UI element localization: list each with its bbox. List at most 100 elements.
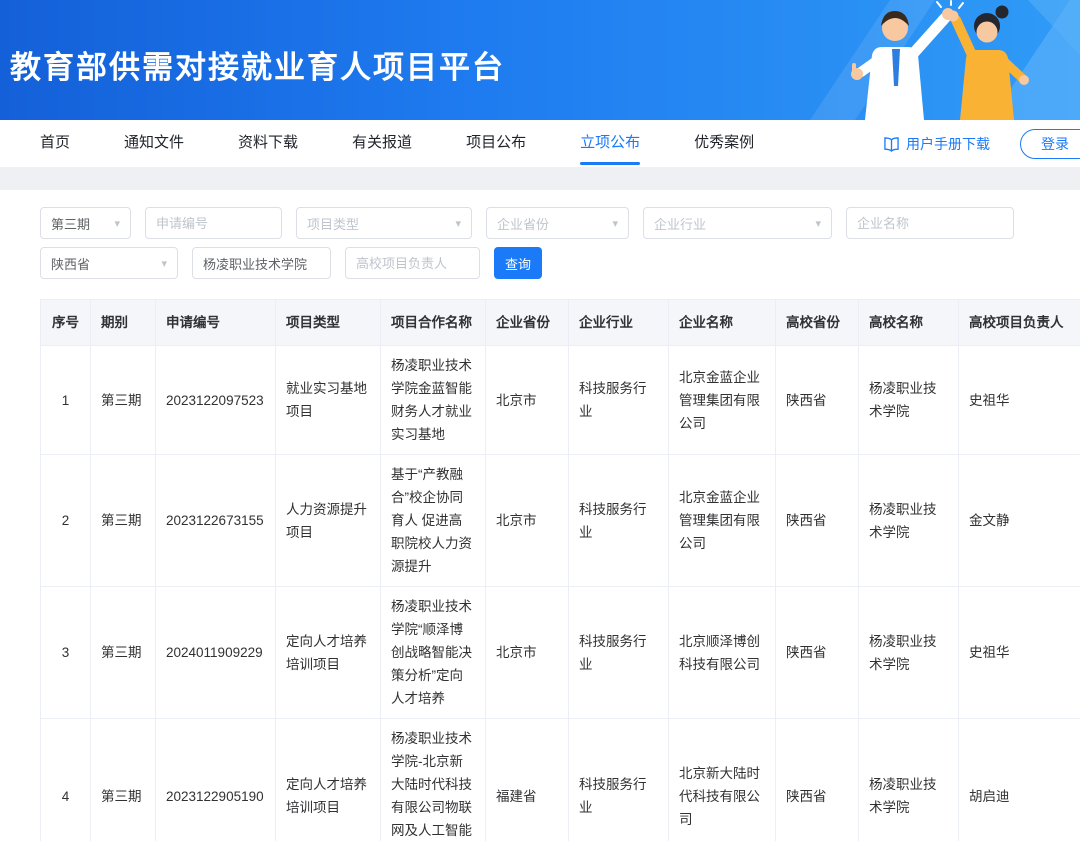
table-cell: 史祖华	[959, 587, 1080, 719]
school-province-select[interactable]: 陕西省 ▾	[40, 247, 178, 279]
table-cell: 基于“产教融合”校企协同育人 促进高职院校人力资源提升	[381, 455, 486, 587]
table-cell: 2023122097523	[156, 346, 276, 455]
filter-row-1: 第三期 ▾ 项目类型 ▾ 企业省份 ▾ 企业行业 ▾	[40, 207, 1080, 239]
table-cell: 北京市	[486, 346, 569, 455]
table-cell: 人力资源提升项目	[276, 455, 381, 587]
column-header: 期别	[91, 300, 156, 346]
company-province-placeholder: 企业省份	[497, 214, 549, 233]
table-cell: 杨凌职业技术学院-北京新大陆时代科技有限公司物联网及人工智能方向人才培养	[381, 719, 486, 841]
table-cell: 北京顺泽博创科技有限公司	[669, 587, 776, 719]
table-cell: 杨凌职业技术学院“顺泽博创战略智能决策分析”定向人才培养	[381, 587, 486, 719]
table-cell: 第三期	[91, 719, 156, 841]
table-row: 2第三期2023122673155人力资源提升项目基于“产教融合”校企协同育人 …	[41, 455, 1080, 587]
nav-item-downloads[interactable]: 资料下载	[238, 120, 298, 168]
nav-item-best-cases[interactable]: 优秀案例	[694, 120, 754, 168]
column-header: 序号	[41, 300, 91, 346]
table-cell: 4	[41, 719, 91, 841]
search-button[interactable]: 查询	[494, 247, 542, 279]
company-name-input[interactable]	[846, 207, 1014, 239]
table-header-row: 序号期别申请编号项目类型项目合作名称企业省份企业行业企业名称高校省份高校名称高校…	[41, 300, 1080, 346]
apply-no-input[interactable]	[145, 207, 282, 239]
company-province-select[interactable]: 企业省份 ▾	[486, 207, 629, 239]
column-header: 项目类型	[276, 300, 381, 346]
table-row: 3第三期2024011909229定向人才培养培训项目杨凌职业技术学院“顺泽博创…	[41, 587, 1080, 719]
book-icon	[883, 137, 900, 152]
chevron-down-icon: ▾	[161, 257, 167, 270]
period-select[interactable]: 第三期 ▾	[40, 207, 131, 239]
table-cell: 北京金蓝企业管理集团有限公司	[669, 455, 776, 587]
table-cell: 陕西省	[776, 719, 859, 841]
table-cell: 第三期	[91, 455, 156, 587]
nav-item-home[interactable]: 首页	[40, 120, 70, 168]
table-cell: 科技服务行业	[569, 455, 669, 587]
table-cell: 科技服务行业	[569, 719, 669, 841]
company-industry-placeholder: 企业行业	[654, 214, 706, 233]
table-cell: 杨凌职业技术学院	[859, 719, 959, 841]
column-header: 高校项目负责人	[959, 300, 1080, 346]
table-cell: 2023122673155	[156, 455, 276, 587]
nav-item-approval-announce[interactable]: 立项公布	[580, 120, 640, 168]
table-cell: 陕西省	[776, 455, 859, 587]
table-cell: 第三期	[91, 587, 156, 719]
filter-row-2: 陕西省 ▾ 查询	[40, 247, 1080, 279]
project-type-select[interactable]: 项目类型 ▾	[296, 207, 472, 239]
column-header: 企业行业	[569, 300, 669, 346]
table-body: 1第三期2023122097523就业实习基地项目杨凌职业技术学院金蓝智能财务人…	[41, 346, 1080, 841]
nav-item-project-announce[interactable]: 项目公布	[466, 120, 526, 168]
table-cell: 就业实习基地项目	[276, 346, 381, 455]
table-cell: 陕西省	[776, 346, 859, 455]
table-cell: 史祖华	[959, 346, 1080, 455]
table-cell: 杨凌职业技术学院	[859, 346, 959, 455]
table-cell: 北京市	[486, 587, 569, 719]
main-content: 第三期 ▾ 项目类型 ▾ 企业省份 ▾ 企业行业 ▾ 陕西省 ▾ 查询 序号期别…	[0, 190, 1080, 841]
table-row: 1第三期2023122097523就业实习基地项目杨凌职业技术学院金蓝智能财务人…	[41, 346, 1080, 455]
column-header: 申请编号	[156, 300, 276, 346]
column-header: 企业省份	[486, 300, 569, 346]
chevron-down-icon: ▾	[114, 217, 120, 230]
page-title: 教育部供需对接就业育人项目平台	[10, 42, 505, 87]
school-name-input[interactable]	[192, 247, 331, 279]
user-manual-download[interactable]: 用户手册下载	[883, 120, 990, 168]
table-cell: 定向人才培养培训项目	[276, 719, 381, 841]
project-type-placeholder: 项目类型	[307, 214, 359, 233]
column-header: 高校名称	[859, 300, 959, 346]
table-cell: 北京市	[486, 455, 569, 587]
manual-label: 用户手册下载	[906, 134, 990, 154]
table-cell: 胡启迪	[959, 719, 1080, 841]
table-cell: 陕西省	[776, 587, 859, 719]
table-cell: 金文静	[959, 455, 1080, 587]
table-cell: 科技服务行业	[569, 346, 669, 455]
table-cell: 杨凌职业技术学院	[859, 587, 959, 719]
company-industry-select[interactable]: 企业行业 ▾	[643, 207, 832, 239]
table-cell: 1	[41, 346, 91, 455]
column-header: 项目合作名称	[381, 300, 486, 346]
table-cell: 福建省	[486, 719, 569, 841]
main-nav: 首页 通知文件 资料下载 有关报道 项目公布 立项公布 优秀案例 用户手册下载 …	[0, 120, 1080, 168]
table-cell: 3	[41, 587, 91, 719]
table-cell: 北京新大陆时代科技有限公司	[669, 719, 776, 841]
nav-item-notices[interactable]: 通知文件	[124, 120, 184, 168]
school-province-value: 陕西省	[51, 254, 90, 273]
column-header: 企业名称	[669, 300, 776, 346]
chevron-down-icon: ▾	[455, 217, 461, 230]
results-table: 序号期别申请编号项目类型项目合作名称企业省份企业行业企业名称高校省份高校名称高校…	[40, 299, 1080, 841]
column-header: 高校省份	[776, 300, 859, 346]
table-cell: 2023122905190	[156, 719, 276, 841]
banner-illustration	[660, 0, 1080, 120]
table-cell: 杨凌职业技术学院	[859, 455, 959, 587]
table-cell: 科技服务行业	[569, 587, 669, 719]
table-cell: 杨凌职业技术学院金蓝智能财务人才就业实习基地	[381, 346, 486, 455]
table-cell: 第三期	[91, 346, 156, 455]
nav-item-reports[interactable]: 有关报道	[352, 120, 412, 168]
table-row: 4第三期2023122905190定向人才培养培训项目杨凌职业技术学院-北京新大…	[41, 719, 1080, 841]
period-select-value: 第三期	[51, 214, 90, 233]
page-gap	[0, 168, 1080, 190]
school-leader-input[interactable]	[345, 247, 480, 279]
chevron-down-icon: ▾	[612, 217, 618, 230]
table-cell: 定向人才培养培训项目	[276, 587, 381, 719]
table-cell: 2	[41, 455, 91, 587]
table-cell: 北京金蓝企业管理集团有限公司	[669, 346, 776, 455]
chevron-down-icon: ▾	[815, 217, 821, 230]
header-banner: 教育部供需对接就业育人项目平台	[0, 0, 1080, 120]
login-button[interactable]: 登录	[1020, 129, 1080, 159]
